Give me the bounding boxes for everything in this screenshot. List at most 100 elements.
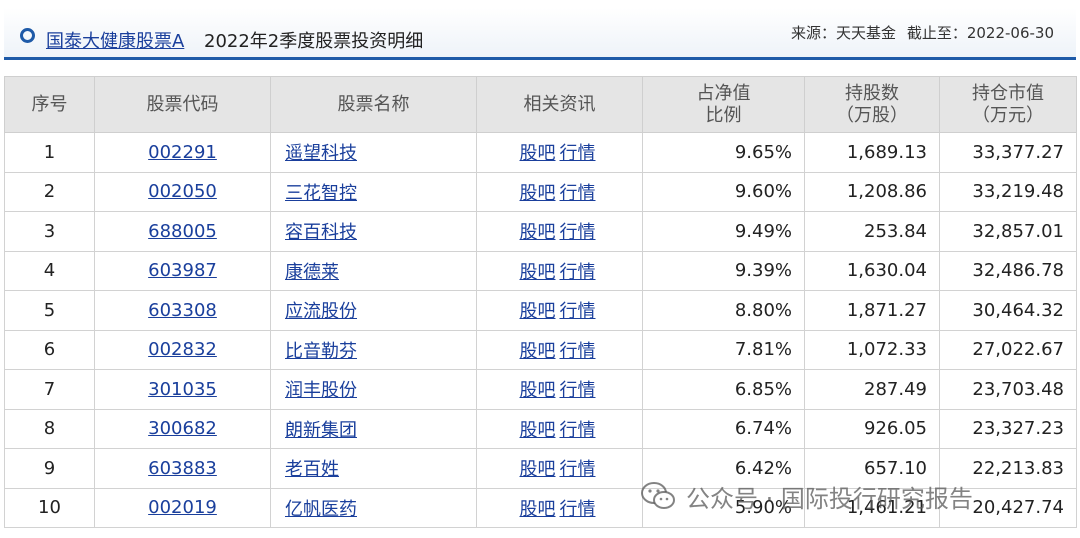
- stock-name-link[interactable]: 应流股份: [285, 301, 357, 322]
- row-number: 1: [4, 132, 95, 173]
- row-number: 8: [4, 408, 95, 449]
- stock-code-link[interactable]: 002832: [148, 339, 217, 360]
- table-row: 5 603308 应流股份 股吧 行情 8.80% 1,871.27 30,464.32: [4, 290, 1077, 331]
- date-label: 截止至：2022-06-30: [906, 24, 1054, 42]
- header-label: 相关资讯: [523, 93, 596, 115]
- quote-link[interactable]: 行情: [560, 262, 596, 283]
- quote-link[interactable]: 行情: [560, 143, 596, 164]
- shares-held: 926.05: [804, 408, 940, 449]
- guba-link[interactable]: 股吧: [520, 499, 556, 520]
- row-number: 5: [4, 290, 95, 331]
- row-number: 4: [4, 250, 95, 291]
- stock-name-cell: 朗新集团: [270, 408, 477, 449]
- quote-link[interactable]: 行情: [560, 341, 596, 362]
- header-label: 占净值: [696, 82, 751, 104]
- stock-name-cell: 老百姓: [270, 448, 477, 489]
- stock-code-link[interactable]: 603883: [148, 458, 217, 479]
- guba-link[interactable]: 股吧: [520, 459, 556, 480]
- guba-link[interactable]: 股吧: [520, 420, 556, 441]
- quote-link[interactable]: 行情: [560, 301, 596, 322]
- stock-name-cell: 容百科技: [270, 211, 477, 252]
- header-col-code: 股票代码: [94, 76, 271, 133]
- market-value: 33,377.27: [939, 132, 1077, 173]
- stock-name-link[interactable]: 三花智控: [285, 183, 357, 204]
- guba-link[interactable]: 股吧: [520, 301, 556, 322]
- shares-held: 287.49: [804, 369, 940, 410]
- header-label: 股票名称: [337, 93, 410, 115]
- stock-code-cell: 002832: [94, 329, 271, 370]
- row-number: 9: [4, 448, 95, 489]
- net-value-pct: 9.39%: [642, 250, 805, 291]
- table-header-row: 序号 股票代码 股票名称 相关资讯 占净值 比例 持股数 （万股） 持仓市值 （万元）: [4, 76, 1077, 133]
- stock-name-link[interactable]: 老百姓: [285, 459, 339, 480]
- related-info-cell: 股吧 行情: [476, 329, 643, 370]
- stock-name-link[interactable]: 康德莱: [285, 262, 339, 283]
- stock-name-cell: 比音勒芬: [270, 329, 477, 370]
- fund-name-link[interactable]: 国泰大健康股票A: [46, 27, 184, 53]
- header-col-info: 相关资讯: [476, 76, 643, 133]
- stock-name-cell: 三花智控: [270, 171, 477, 212]
- related-info-cell: 股吧 行情: [476, 290, 643, 331]
- stock-code-cell: 002050: [94, 171, 271, 212]
- net-value-pct: 6.74%: [642, 408, 805, 449]
- header-col-no: 序号: [4, 76, 95, 133]
- header-label: 股票代码: [146, 93, 219, 115]
- table-row: 1 002291 遥望科技 股吧 行情 9.65% 1,689.13 33,377.27: [4, 132, 1077, 173]
- holdings-table: 序号 股票代码 股票名称 相关资讯 占净值 比例 持股数 （万股） 持仓市值 （万元） 1 0022…: [4, 76, 1077, 528]
- guba-link[interactable]: 股吧: [520, 262, 556, 283]
- stock-name-cell: 应流股份: [270, 290, 477, 331]
- net-value-pct: 9.60%: [642, 171, 805, 212]
- header-label: 持仓市值: [972, 82, 1044, 104]
- guba-link[interactable]: 股吧: [520, 380, 556, 401]
- stock-name-cell: 润丰股份: [270, 369, 477, 410]
- stock-name-cell: 亿帆医药: [270, 487, 477, 528]
- stock-code-link[interactable]: 301035: [148, 379, 217, 400]
- market-value: 30,464.32: [939, 290, 1077, 331]
- related-info-cell: 股吧 行情: [476, 487, 643, 528]
- stock-name-link[interactable]: 润丰股份: [285, 380, 357, 401]
- holdings-header: 国泰大健康股票A 2022年2季度股票投资明细 来源：天天基金 截止至：2022…: [4, 8, 1076, 60]
- quote-link[interactable]: 行情: [560, 420, 596, 441]
- header-label: 序号: [31, 93, 68, 115]
- report-title: 2022年2季度股票投资明细: [204, 31, 424, 52]
- watermark-text: 公众号 · 国际投行研究报告: [686, 484, 973, 513]
- stock-code-cell: 688005: [94, 211, 271, 252]
- stock-code-link[interactable]: 688005: [148, 221, 217, 242]
- net-value-pct: 6.85%: [642, 369, 805, 410]
- stock-name-link[interactable]: 亿帆医药: [285, 499, 357, 520]
- guba-link[interactable]: 股吧: [520, 143, 556, 164]
- market-value: 32,486.78: [939, 250, 1077, 291]
- header-col-name: 股票名称: [270, 76, 477, 133]
- row-number: 6: [4, 329, 95, 370]
- market-value: 23,327.23: [939, 408, 1077, 449]
- quote-link[interactable]: 行情: [560, 183, 596, 204]
- table-row: 3 688005 容百科技 股吧 行情 9.49% 253.84 32,857.01: [4, 211, 1077, 252]
- stock-code-link[interactable]: 300682: [148, 418, 217, 439]
- stock-code-cell: 603883: [94, 448, 271, 489]
- stock-name-link[interactable]: 比音勒芬: [285, 341, 357, 362]
- row-number: 10: [4, 487, 95, 528]
- quote-link[interactable]: 行情: [560, 499, 596, 520]
- stock-code-link[interactable]: 002019: [148, 497, 217, 518]
- stock-name-link[interactable]: 容百科技: [285, 222, 357, 243]
- quote-link[interactable]: 行情: [560, 380, 596, 401]
- guba-link[interactable]: 股吧: [520, 341, 556, 362]
- stock-name-cell: 遥望科技: [270, 132, 477, 173]
- quote-link[interactable]: 行情: [560, 222, 596, 243]
- quote-link[interactable]: 行情: [560, 459, 596, 480]
- guba-link[interactable]: 股吧: [520, 183, 556, 204]
- source-label: 来源：天天基金: [791, 24, 897, 42]
- wechat-icon: [641, 482, 675, 509]
- header-col-pct: 占净值 比例: [642, 76, 805, 133]
- stock-code-link[interactable]: 603987: [148, 260, 217, 281]
- shares-held: 1,871.27: [804, 290, 940, 331]
- stock-name-link[interactable]: 遥望科技: [285, 143, 357, 164]
- stock-code-link[interactable]: 603308: [148, 300, 217, 321]
- net-value-pct: 9.65%: [642, 132, 805, 173]
- stock-code-link[interactable]: 002291: [148, 142, 217, 163]
- stock-code-cell: 301035: [94, 369, 271, 410]
- stock-code-link[interactable]: 002050: [148, 181, 217, 202]
- stock-name-link[interactable]: 朗新集团: [285, 420, 357, 441]
- table-row: 8 300682 朗新集团 股吧 行情 6.74% 926.05 23,327.23: [4, 408, 1077, 449]
- guba-link[interactable]: 股吧: [520, 222, 556, 243]
